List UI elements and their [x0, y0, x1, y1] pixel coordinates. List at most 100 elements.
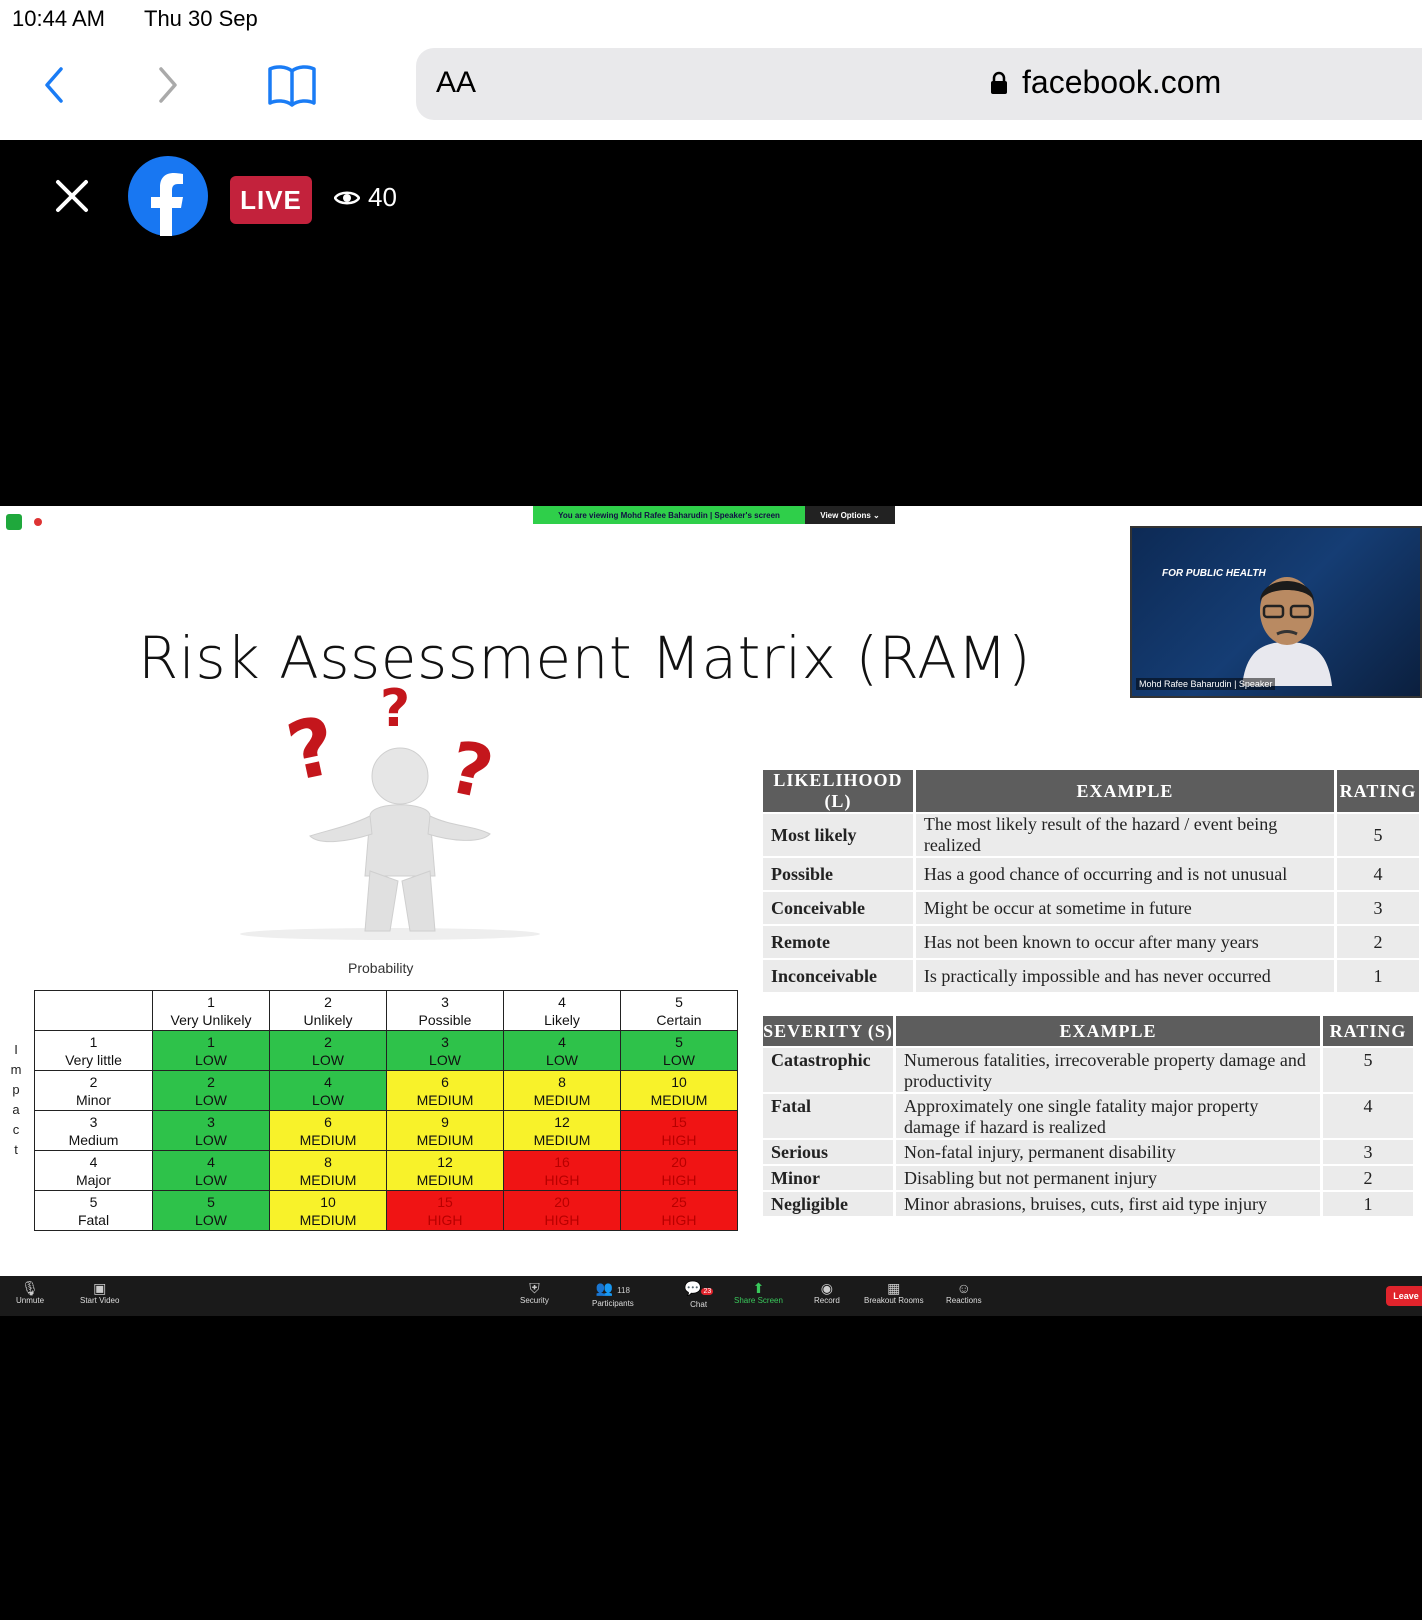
matrix-row: 4 Major 4 LOW 8 MEDIUM 12 MEDIUM 16 HIGH 20 HIGH [34, 1150, 738, 1191]
cell-score: 10 [320, 1193, 336, 1210]
shield-icon: ⛨ [529, 1280, 540, 1296]
viewing-banner: You are viewing Mohd Rafee Baharudin | S… [533, 506, 805, 524]
matrix-cell: 10 MEDIUM [620, 1070, 738, 1111]
column-label: Likely [544, 1011, 580, 1028]
matrix-row: 3 Medium 3 LOW 6 MEDIUM 9 MEDIUM 12 MEDIUM 15 HIGH [34, 1110, 738, 1151]
matrix-cell: 15 HIGH [620, 1110, 738, 1151]
close-button[interactable] [50, 174, 94, 218]
cell-level: HIGH [544, 1171, 580, 1188]
column-number: 4 [558, 993, 566, 1010]
breakout-rooms-button[interactable]: ▦ Breakout Rooms [864, 1280, 924, 1305]
cell-score: 3 [441, 1033, 449, 1050]
cell-level: HIGH [661, 1211, 697, 1228]
example-text: Has not been known to occur after many y… [915, 926, 1335, 958]
security-label: Security [520, 1296, 549, 1305]
chat-button[interactable]: 💬 23 Chat [684, 1280, 714, 1309]
matrix-cell: 4 LOW [503, 1030, 621, 1071]
example-header: EXAMPLE [896, 1016, 1320, 1046]
matrix-column-header: 5 Certain [620, 990, 738, 1031]
cell-score: 12 [437, 1153, 453, 1170]
leave-button[interactable]: Leave [1386, 1286, 1422, 1306]
speaker-video-thumbnail[interactable]: FOR PUBLIC HEALTH Mohd Rafee Baharudin |… [1130, 526, 1422, 698]
matrix-cell: 2 LOW [269, 1030, 387, 1071]
share-screen-button[interactable]: ⬆ Share Screen [734, 1280, 783, 1305]
back-button[interactable] [24, 58, 84, 112]
matrix-column-header: 2 Unlikely [269, 990, 387, 1031]
viewer-count: 40 [334, 182, 397, 213]
security-button[interactable]: ⛨ Security [520, 1280, 549, 1305]
reader-options-button[interactable]: AA [436, 66, 476, 100]
cell-level: MEDIUM [299, 1211, 357, 1228]
breakout-rooms-icon: ▦ [887, 1280, 901, 1296]
forward-button[interactable] [138, 58, 198, 112]
rating-value: 2 [1337, 926, 1419, 958]
rating-value: 4 [1337, 858, 1419, 890]
cell-level: LOW [195, 1131, 227, 1148]
cell-score: 2 [324, 1033, 332, 1050]
close-icon [56, 180, 88, 212]
cell-level: HIGH [661, 1171, 697, 1188]
example-text: Minor abrasions, bruises, cuts, first ai… [896, 1192, 1320, 1216]
likelihood-row: Remote Has not been known to occur after … [763, 926, 1419, 958]
matrix-cell: 12 MEDIUM [386, 1150, 504, 1191]
cell-score: 8 [324, 1153, 332, 1170]
breakout-label: Breakout Rooms [864, 1296, 924, 1305]
probability-label: Probability [348, 960, 414, 976]
chevron-left-icon [45, 67, 63, 103]
example-text: Non-fatal injury, permanent disability [896, 1140, 1320, 1164]
cell-score: 6 [324, 1113, 332, 1130]
example-text: The most likely result of the hazard / e… [915, 814, 1335, 856]
rating-value: 5 [1323, 1048, 1413, 1092]
matrix-cell: 8 MEDIUM [503, 1070, 621, 1111]
start-video-button[interactable]: ▣ Start Video [80, 1280, 119, 1305]
severity-header-row: SEVERITY (S) EXAMPLE RATING [763, 1016, 1413, 1046]
cell-level: HIGH [661, 1131, 697, 1148]
matrix-row-header: 4 Major [34, 1150, 153, 1191]
cell-score: 6 [441, 1073, 449, 1090]
address-bar[interactable]: AA facebook.com [416, 48, 1422, 120]
url-text: facebook.com [1022, 64, 1222, 100]
severity-level: Serious [763, 1140, 893, 1164]
reactions-button[interactable]: ☺ Reactions [946, 1280, 982, 1305]
column-number: 5 [675, 993, 683, 1010]
unmute-button[interactable]: 🎙 Unmute [16, 1280, 44, 1305]
impact-letter: t [14, 1142, 18, 1157]
matrix-row-header: 3 Medium [34, 1110, 153, 1151]
reactions-label: Reactions [946, 1296, 982, 1305]
matrix-cell: 16 HIGH [503, 1150, 621, 1191]
rating-value: 1 [1323, 1192, 1413, 1216]
cell-score: 5 [207, 1193, 215, 1210]
matrix-cell: 2 LOW [152, 1070, 270, 1111]
matrix-corner-cell [34, 990, 153, 1031]
view-options-button[interactable]: View Options ⌄ [805, 506, 895, 524]
participants-button[interactable]: 👥 118 Participants [592, 1280, 634, 1308]
cell-score: 4 [324, 1073, 332, 1090]
bookmarks-button[interactable] [262, 58, 322, 112]
rating-value: 2 [1323, 1166, 1413, 1190]
severity-level: Fatal [763, 1094, 893, 1138]
impact-letter: p [12, 1082, 20, 1097]
reactions-icon: ☺ [956, 1280, 971, 1296]
status-date: Thu 30 Sep [144, 6, 258, 31]
unmute-label: Unmute [16, 1296, 45, 1305]
cell-level: MEDIUM [416, 1131, 474, 1148]
record-button[interactable]: ◉ Record [814, 1280, 840, 1305]
cell-level: LOW [195, 1051, 227, 1068]
security-shield-icon [6, 514, 22, 530]
severity-row: Minor Disabling but not permanent injury 2 [763, 1166, 1413, 1190]
lock-icon [991, 71, 1007, 94]
severity-row: Fatal Approximately one single fatality m… [763, 1094, 1413, 1138]
likelihood-level: Conceivable [763, 892, 913, 924]
participants-icon: 👥 118 [595, 1280, 630, 1296]
column-label: Very Unlikely [170, 1011, 252, 1028]
eye-icon [334, 191, 360, 204]
severity-level: Catastrophic [763, 1048, 893, 1092]
severity-row: Negligible Minor abrasions, bruises, cuts… [763, 1192, 1413, 1216]
url-display: facebook.com [990, 64, 1221, 101]
matrix-column-header: 1 Very Unlikely [152, 990, 270, 1031]
zoom-toolbar: 🎙 Unmute ▣ Start Video ⛨ Security 👥 118 Part… [0, 1276, 1422, 1316]
cell-score: 15 [671, 1113, 687, 1130]
cell-level: HIGH [427, 1211, 463, 1228]
chat-badge: 23 [701, 1288, 714, 1295]
matrix-cell: 20 HIGH [503, 1190, 621, 1231]
